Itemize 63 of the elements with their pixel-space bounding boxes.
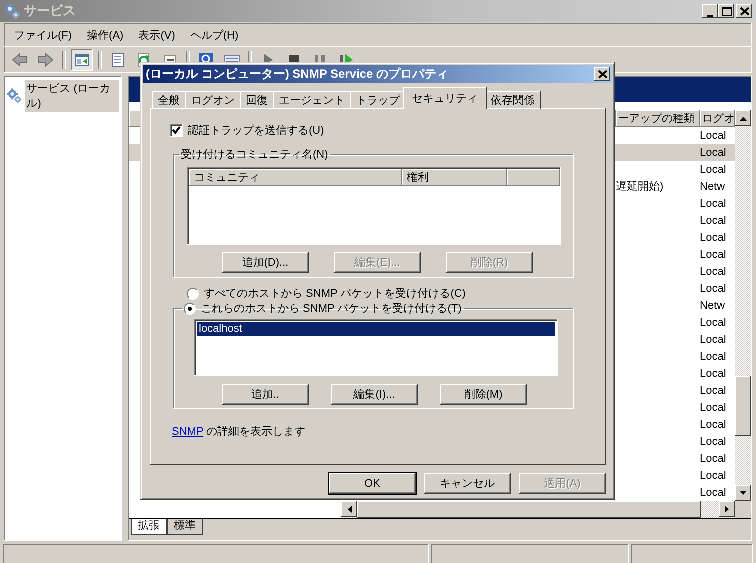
radio-button[interactable] [187, 288, 199, 300]
group-label: 受け付けるコミュニティ名(N) [180, 148, 330, 162]
scrollbar-thumb[interactable] [735, 376, 751, 436]
column-header[interactable]: コミュニティ [189, 169, 402, 186]
radio-label: すべてのホストから SNMP パケットを受け付ける(C) [204, 286, 466, 301]
dialog-tab[interactable]: 依存関係 [485, 91, 541, 109]
checkbox-label: 認証トラップを送信する(U) [188, 124, 324, 138]
view-tab[interactable]: 標準 [167, 519, 203, 535]
window-title: サービス [24, 2, 76, 20]
close-icon[interactable] [736, 4, 752, 18]
radio-label: これらのホストから SNMP パケットを受け付ける(T) [201, 302, 462, 316]
table-cell: Netw [700, 180, 726, 192]
scroll-left-icon[interactable] [341, 501, 357, 517]
close-icon[interactable] [594, 67, 610, 81]
table-cell: Local [700, 214, 726, 226]
gear-icon [7, 88, 22, 104]
column-header[interactable]: ーアップの種類 [616, 110, 700, 127]
dialog-button[interactable]: OK [329, 473, 416, 494]
minimize-icon[interactable] [702, 4, 718, 18]
dialog-button[interactable]: 編集(I)... [331, 384, 418, 405]
info-text: SNMP の詳細を表示します [172, 425, 307, 439]
menu-item[interactable]: 操作(A) [80, 26, 132, 44]
column-header[interactable] [507, 169, 560, 186]
table-cell: Local [700, 368, 726, 380]
dialog-button[interactable]: 追加(D)... [222, 252, 309, 273]
dialog-button[interactable]: キャンセル [424, 473, 511, 494]
dialog-tab[interactable]: セキュリティ [403, 87, 487, 109]
dialog-tab[interactable]: 回復 [240, 91, 274, 109]
table-cell: Local [700, 198, 726, 210]
scroll-down-icon[interactable] [735, 485, 751, 501]
table-cell: Local [700, 436, 726, 448]
gear-icon [4, 3, 20, 19]
host-list[interactable]: localhost [194, 319, 558, 376]
view-tab[interactable]: 拡張 [131, 519, 167, 535]
table-cell: Local [700, 402, 726, 414]
column-header[interactable]: 権利 [402, 169, 507, 186]
table-cell: 遅延開始) [616, 181, 664, 193]
window-pane-icon[interactable] [71, 48, 93, 70]
community-list[interactable]: コミュニティ 権利 [187, 167, 561, 245]
menu-item[interactable]: ファイル(F) [7, 26, 80, 44]
scroll-right-icon[interactable] [719, 501, 735, 517]
dialog-title: (ローカル コンピューター) SNMP Service のプロパティ [146, 66, 448, 82]
dialog-button[interactable]: 追加.. [222, 384, 309, 405]
snmp-link[interactable]: SNMP [172, 426, 204, 438]
table-cell: Local [700, 350, 726, 362]
table-cell: Local [700, 452, 726, 464]
column-header[interactable]: ログオ [700, 110, 735, 127]
table-cell: Local [700, 146, 726, 158]
vertical-scrollbar[interactable] [735, 110, 751, 501]
radio-button[interactable] [184, 302, 196, 314]
dialog-tab[interactable]: 全般 [152, 91, 186, 109]
maximize-icon[interactable] [718, 4, 734, 18]
tree-item[interactable]: サービス (ローカル) [24, 80, 119, 112]
dialog-button[interactable]: 削除(M) [440, 384, 527, 405]
table-cell: Local [700, 334, 726, 346]
list-item[interactable]: localhost [197, 322, 555, 336]
scroll-up-icon[interactable] [735, 110, 751, 126]
dialog-tab[interactable]: エージェント [273, 91, 351, 109]
table-cell: Local [700, 232, 726, 244]
menu-item[interactable]: 表示(V) [132, 26, 184, 44]
checkbox[interactable] [170, 124, 183, 137]
menu-item[interactable]: ヘルプ(H) [183, 26, 247, 44]
dialog-tab[interactable]: ログオン [185, 91, 241, 109]
